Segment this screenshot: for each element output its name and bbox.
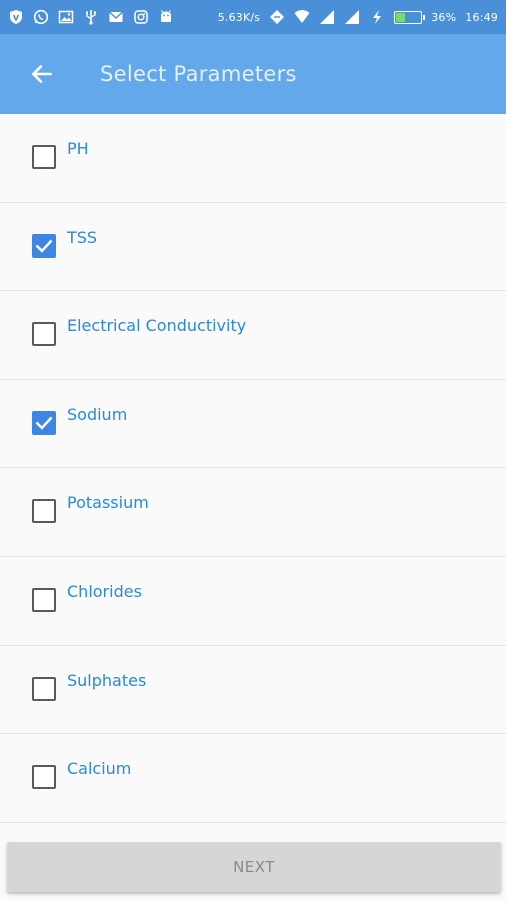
checkbox[interactable] <box>32 587 56 612</box>
clock: 16:49 <box>465 10 498 24</box>
email-icon <box>108 9 124 25</box>
checkbox[interactable] <box>32 499 56 524</box>
app-bar: Select Parameters <box>0 34 506 114</box>
checkmark-icon <box>34 236 54 256</box>
parameter-label: Sulphates <box>67 670 147 690</box>
parameter-label: TSS <box>67 227 98 247</box>
checkbox-checked[interactable] <box>32 233 56 258</box>
vpn-shield-icon <box>8 9 24 25</box>
gallery-icon <box>58 9 74 25</box>
parameter-row[interactable]: Potassium <box>0 468 506 557</box>
parameter-row[interactable]: PH <box>0 114 506 203</box>
checkbox[interactable] <box>32 676 56 701</box>
wifi-icon <box>294 9 310 25</box>
checkbox-checked[interactable] <box>32 410 56 435</box>
parameter-label: Calcium <box>67 759 132 779</box>
parameter-label: Electrical Conductivity <box>67 316 247 336</box>
status-left-icons <box>8 9 174 25</box>
checkbox[interactable] <box>32 145 56 169</box>
arrow-back-icon <box>29 61 55 87</box>
signal-icon <box>319 9 335 25</box>
parameter-label: Chlorides <box>67 581 142 601</box>
checkbox[interactable] <box>32 322 56 347</box>
parameter-row[interactable]: Electrical Conductivity <box>0 291 506 380</box>
page-title: Select Parameters <box>100 62 297 86</box>
status-bar: 5.63K/s 36% 16:49 <box>0 0 506 34</box>
sync-icon <box>269 9 285 25</box>
parameter-row[interactable]: Sulphates <box>0 645 506 735</box>
battery-fill <box>396 12 405 22</box>
parameter-row[interactable]: Calcium <box>0 734 506 823</box>
parameter-list: PH TSS Electrical Conductivity Sodium Potass… <box>0 114 506 823</box>
parameter-label: Sodium <box>67 404 128 424</box>
status-right-icons: 5.63K/s 36% 16:49 <box>218 9 498 25</box>
signal-icon <box>344 9 360 25</box>
charging-icon <box>369 9 385 25</box>
next-button[interactable]: NEXT <box>7 842 501 892</box>
battery-percent: 36% <box>431 10 457 24</box>
android-icon <box>158 9 174 25</box>
checkmark-icon <box>34 413 54 433</box>
parameter-label: PH <box>67 139 89 158</box>
network-speed: 5.63K/s <box>217 10 261 24</box>
parameter-row[interactable]: Chlorides <box>0 556 506 646</box>
parameter-row[interactable]: Sodium <box>0 379 506 469</box>
instagram-icon <box>133 9 149 25</box>
parameter-label: Potassium <box>67 493 149 513</box>
checkbox[interactable] <box>32 765 56 790</box>
back-button[interactable] <box>14 46 70 102</box>
usb-icon <box>83 9 99 25</box>
battery-icon <box>394 10 426 24</box>
whatsapp-icon <box>33 9 49 25</box>
parameter-row[interactable]: TSS <box>0 202 506 292</box>
